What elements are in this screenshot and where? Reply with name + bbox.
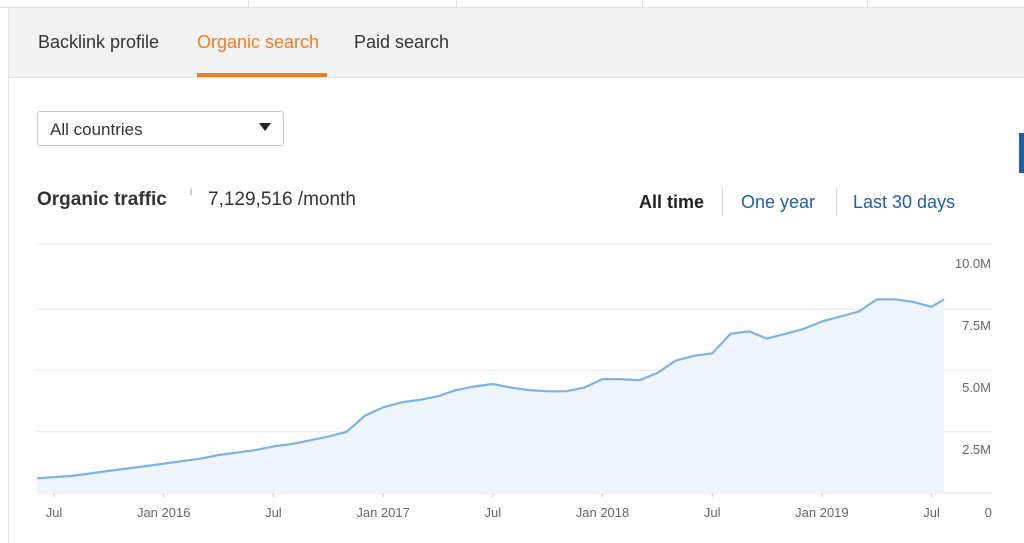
x-tick-label: Jul: [923, 505, 940, 520]
x-tick-label: Jan 2016: [137, 505, 191, 520]
x-tick-label: Jan 2018: [576, 505, 630, 520]
y-tick-label: 2.5M: [962, 442, 991, 457]
traffic-area: [37, 299, 944, 493]
y-tick-label: 10.0M: [955, 256, 991, 271]
x-tick-label: Jul: [265, 505, 282, 520]
x-axis-ticks: Jul Jan 2016 Jul Jan 2017 Jul Jan 2018 Jul Jan …: [46, 493, 940, 520]
organic-traffic-chart: 10.0M 7.5M 5.0M 2.5M 0 Jul Jan 2016 Jul Jan 201…: [36, 243, 992, 520]
x-tick-label: Jul: [46, 505, 63, 520]
x-tick-label: Jul: [484, 505, 501, 520]
x-tick-label: Jul: [704, 505, 721, 520]
x-tick-label: Jan 2019: [795, 505, 849, 520]
x-tick-label: Jan 2017: [356, 505, 410, 520]
y-tick-label: 5.0M: [962, 380, 991, 395]
y-tick-label: 7.5M: [962, 318, 991, 333]
y-tick-label: 0: [985, 505, 992, 520]
y-axis-ticks: 10.0M 7.5M 5.0M 2.5M 0: [955, 256, 992, 520]
